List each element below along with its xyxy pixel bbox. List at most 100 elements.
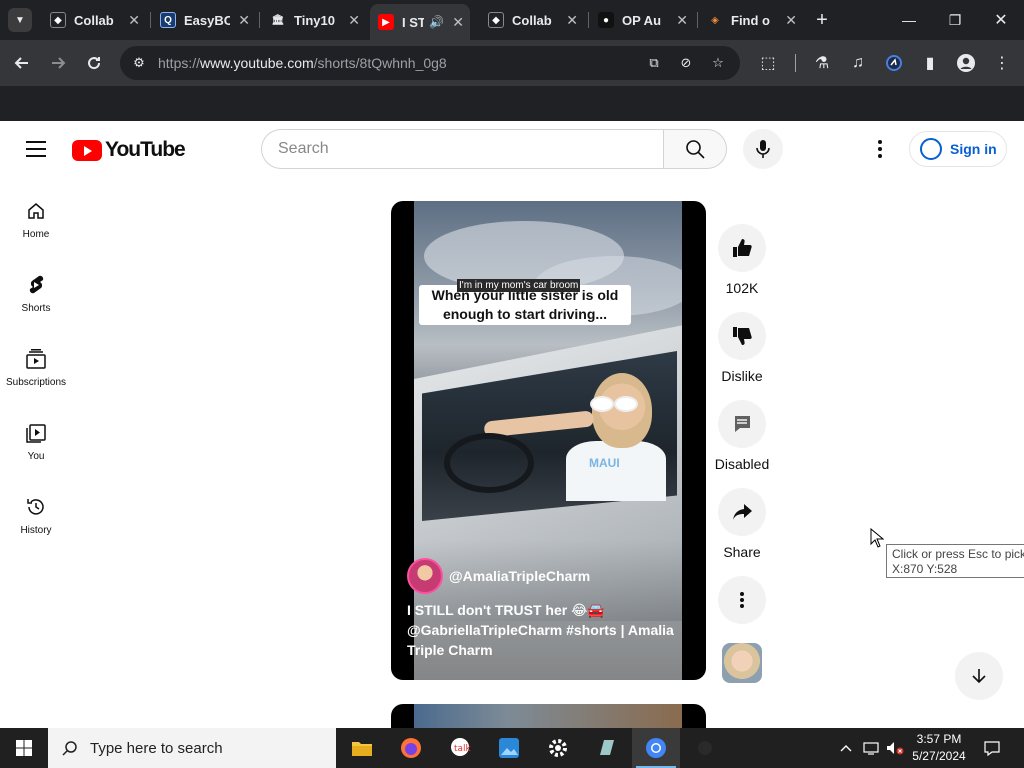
photos-app-icon[interactable] <box>485 728 533 768</box>
browser-menu-icon[interactable]: ⋮ <box>990 51 1014 75</box>
close-tab-icon[interactable]: ✕ <box>348 12 360 29</box>
browser-tab[interactable]: Q EasyBC ✕ <box>152 6 256 34</box>
file-explorer-icon[interactable] <box>338 728 386 768</box>
search-box <box>261 129 664 169</box>
shorts-player[interactable]: MAUI I'm in my mom's car broom When your… <box>391 201 706 680</box>
sound-pivot-thumbnail[interactable] <box>722 643 762 683</box>
channel-avatar[interactable] <box>407 558 443 594</box>
comment-icon <box>734 416 750 432</box>
site-settings-icon[interactable]: ⚙ <box>130 54 148 72</box>
archive-icon: 🏛 <box>271 14 285 26</box>
tracking-protection-icon[interactable]: ⊘ <box>676 53 696 73</box>
guide-item-shorts[interactable]: Shorts <box>4 257 68 327</box>
labs-flask-icon[interactable]: ⚗ <box>810 51 834 75</box>
chat-app-icon[interactable]: talk <box>436 728 484 768</box>
comments-action: Disabled <box>715 400 769 472</box>
volume-muted-icon[interactable] <box>884 728 906 768</box>
notifications-icon[interactable] <box>980 728 1004 768</box>
address-bar[interactable]: ⚙ https://www.youtube.com/shorts/8tQwhnh… <box>120 46 740 80</box>
toolbar-divider <box>795 54 796 72</box>
guide-item-history[interactable]: History <box>4 479 68 549</box>
next-short-button[interactable] <box>955 652 1003 700</box>
thumbs-down-icon <box>733 327 752 345</box>
youtube-logo[interactable]: YouTube <box>72 138 186 162</box>
more-options-button[interactable] <box>718 576 766 624</box>
chrome-icon[interactable] <box>632 728 680 768</box>
subscriptions-icon <box>24 347 48 371</box>
url-text[interactable]: https://www.youtube.com/shorts/8tQwhnh_0… <box>158 55 447 71</box>
firefox-icon[interactable] <box>387 728 435 768</box>
browser-tab[interactable]: ◆ Collab ✕ <box>480 6 584 34</box>
extension-circle-icon[interactable] <box>882 51 906 75</box>
channel-info[interactable]: @AmaliaTripleCharm <box>407 558 590 594</box>
microphone-icon <box>756 140 770 158</box>
windows-logo-icon <box>16 740 32 756</box>
windows-taskbar: talk 3:57 PM 5/27/2024 <box>0 728 1024 768</box>
dislike-button[interactable] <box>718 312 766 360</box>
share-action: Share <box>716 488 768 560</box>
forward-button[interactable] <box>46 51 70 75</box>
tab-search-button[interactable]: ▼ <box>8 8 32 32</box>
close-tab-icon[interactable]: ✕ <box>785 12 797 29</box>
taskbar-search-input[interactable] <box>90 739 320 757</box>
dislike-action: Dislike <box>716 312 768 384</box>
comments-button[interactable] <box>718 400 766 448</box>
close-tab-icon[interactable]: ✕ <box>238 12 250 29</box>
search-input[interactable] <box>278 130 658 168</box>
steering-wheel-shape <box>444 433 534 493</box>
settings-more-button[interactable] <box>868 137 892 161</box>
arrow-down-icon <box>972 669 986 684</box>
browser-tab-active[interactable]: ▶ I ST 🔊 ✕ <box>370 4 470 40</box>
extensions-icon[interactable]: ⬚ <box>756 51 780 75</box>
start-button[interactable] <box>0 728 48 768</box>
reload-button[interactable] <box>82 51 106 75</box>
back-button[interactable] <box>10 51 34 75</box>
settings-gear-icon[interactable] <box>534 728 582 768</box>
guide-item-subscriptions[interactable]: Subscriptions <box>4 331 68 401</box>
new-tab-button[interactable]: + <box>810 8 834 32</box>
youtube-icon: ▶ <box>378 14 394 30</box>
close-tab-icon[interactable]: ✕ <box>452 14 464 31</box>
close-tab-icon[interactable]: ✕ <box>566 12 578 29</box>
show-hidden-icons[interactable] <box>836 728 856 768</box>
close-window-button[interactable]: ✕ <box>989 8 1013 32</box>
youtube-header: YouTube Sign in <box>0 121 1024 177</box>
pinned-app-icon[interactable] <box>681 728 729 768</box>
close-tab-icon[interactable]: ✕ <box>128 12 140 29</box>
search-button[interactable] <box>663 129 727 169</box>
short-title[interactable]: I STILL don't TRUST her 😂🚘 @GabriellaTri… <box>407 600 679 660</box>
guide-menu-icon[interactable] <box>26 141 46 157</box>
home-icon <box>24 199 48 223</box>
audio-playing-icon[interactable]: 🔊 <box>429 15 444 29</box>
side-panel-icon[interactable]: ▮ <box>918 51 942 75</box>
share-button[interactable] <box>718 488 766 536</box>
browser-tab[interactable]: ● OP Au ✕ <box>590 6 694 34</box>
close-tab-icon[interactable]: ✕ <box>676 12 688 29</box>
restore-button[interactable]: ❐ <box>943 8 967 32</box>
profile-icon[interactable] <box>954 51 978 75</box>
browser-tab[interactable]: ◆ Collab ✕ <box>42 6 146 34</box>
channel-name[interactable]: @AmaliaTripleCharm <box>449 568 590 584</box>
bookmark-star-icon[interactable]: ☆ <box>708 53 728 73</box>
media-queue-icon[interactable]: ♫ <box>846 51 870 75</box>
sign-in-button[interactable]: Sign in <box>909 131 1007 167</box>
browser-toolbar: ⚙ https://www.youtube.com/shorts/8tQwhnh… <box>0 40 1024 86</box>
shirt-print: MAUI <box>589 456 620 470</box>
browser-tab[interactable]: 🏛 Tiny10 ✕ <box>262 6 366 34</box>
collab-icon: ◆ <box>50 12 66 28</box>
more-vertical-icon <box>740 592 744 608</box>
notes-app-icon[interactable] <box>583 728 631 768</box>
taskbar-search[interactable] <box>48 728 336 768</box>
network-icon[interactable] <box>860 728 882 768</box>
tab-divider <box>588 12 589 28</box>
guide-item-home[interactable]: Home <box>4 183 68 253</box>
minimize-button[interactable]: — <box>897 8 921 32</box>
browser-tab[interactable]: ◈ Find o ✕ <box>699 6 803 34</box>
color-picker-tooltip: Click or press Esc to pick X:870 Y:528 <box>886 544 1024 578</box>
guide-item-you[interactable]: You <box>4 405 68 475</box>
cast-icon[interactable]: ⧉ <box>644 53 664 73</box>
voice-search-button[interactable] <box>743 129 783 169</box>
system-clock[interactable]: 3:57 PM 5/27/2024 <box>906 731 972 765</box>
browser-infobar-area <box>0 86 1024 121</box>
like-button[interactable] <box>718 224 766 272</box>
